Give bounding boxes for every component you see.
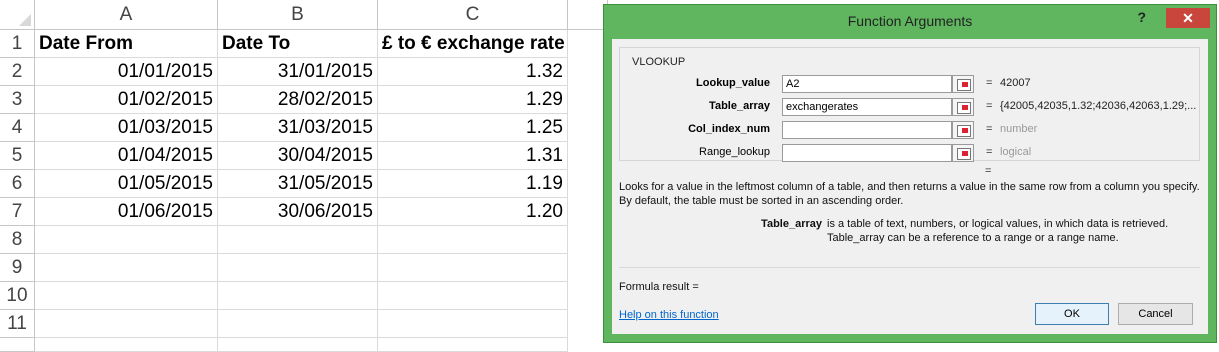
dialog-body: VLOOKUP Lookup_value A2 = 42007 Table_ar… bbox=[612, 39, 1208, 334]
cancel-button[interactable]: Cancel bbox=[1118, 303, 1193, 325]
cell-c6[interactable]: 1.19 bbox=[378, 170, 568, 198]
dialog-separator bbox=[619, 267, 1200, 268]
table-array-collapse-button[interactable] bbox=[952, 98, 974, 116]
column-header-b[interactable]: B bbox=[218, 0, 378, 30]
row-header-3[interactable]: 3 bbox=[0, 86, 35, 114]
col-index-num-input[interactable] bbox=[782, 121, 952, 139]
cell-c5[interactable]: 1.31 bbox=[378, 142, 568, 170]
cell-b3[interactable]: 28/02/2015 bbox=[218, 86, 378, 114]
cell-b5[interactable]: 30/04/2015 bbox=[218, 142, 378, 170]
cell-a3[interactable]: 01/02/2015 bbox=[35, 86, 218, 114]
row-header-5[interactable]: 5 bbox=[0, 142, 35, 170]
range-lookup-label: Range_lookup bbox=[699, 146, 770, 158]
dialog-titlebar[interactable]: Function Arguments ? ✕ bbox=[604, 5, 1216, 39]
cell-c9[interactable] bbox=[378, 254, 568, 282]
function-arguments-dialog: Function Arguments ? ✕ VLOOKUP Lookup_va… bbox=[603, 4, 1217, 343]
row-header-4[interactable]: 4 bbox=[0, 114, 35, 142]
function-result-equals: = bbox=[985, 165, 992, 177]
cell-c11[interactable] bbox=[378, 310, 568, 338]
lookup-value-collapse-button[interactable] bbox=[952, 75, 974, 93]
range-lookup-collapse-button[interactable] bbox=[952, 144, 974, 162]
col-index-num-collapse-button[interactable] bbox=[952, 121, 974, 139]
formula-result-label: Formula result = bbox=[619, 281, 699, 293]
cell-a11[interactable] bbox=[35, 310, 218, 338]
cell-c4[interactable]: 1.25 bbox=[378, 114, 568, 142]
cell-b2[interactable]: 31/01/2015 bbox=[218, 58, 378, 86]
cell-c3[interactable]: 1.29 bbox=[378, 86, 568, 114]
range-lookup-equals: = bbox=[986, 146, 993, 158]
range-select-icon bbox=[957, 102, 971, 114]
select-all-corner[interactable] bbox=[0, 0, 35, 30]
lookup-value-input[interactable]: A2 bbox=[782, 75, 952, 93]
cell-b6[interactable]: 31/05/2015 bbox=[218, 170, 378, 198]
cell-a2[interactable]: 01/01/2015 bbox=[35, 58, 218, 86]
cell-c7[interactable]: 1.20 bbox=[378, 198, 568, 226]
table-array-input[interactable]: exchangerates bbox=[782, 98, 952, 116]
function-name-label: VLOOKUP bbox=[632, 56, 686, 68]
row-header-6[interactable]: 6 bbox=[0, 170, 35, 198]
column-header-a[interactable]: A bbox=[35, 0, 218, 30]
cell-b4[interactable]: 31/03/2015 bbox=[218, 114, 378, 142]
lookup-value-equals: = bbox=[986, 77, 993, 89]
column-header-d[interactable] bbox=[568, 0, 608, 30]
table-array-label: Table_array bbox=[709, 100, 770, 112]
function-description: Looks for a value in the leftmost column… bbox=[619, 181, 1200, 207]
cell-c2[interactable]: 1.32 bbox=[378, 58, 568, 86]
cell-b11[interactable] bbox=[218, 310, 378, 338]
arguments-group: VLOOKUP Lookup_value A2 = 42007 Table_ar… bbox=[619, 47, 1200, 162]
cell-a7[interactable]: 01/06/2015 bbox=[35, 198, 218, 226]
dialog-title: Function Arguments bbox=[847, 13, 973, 29]
cell-b10[interactable] bbox=[218, 282, 378, 310]
cell-a5[interactable]: 01/04/2015 bbox=[35, 142, 218, 170]
argument-help-text-1: is a table of text, numbers, or logical … bbox=[827, 218, 1169, 230]
help-on-this-function-link[interactable]: Help on this function bbox=[619, 309, 719, 321]
row-header-12[interactable] bbox=[0, 338, 35, 352]
cell-c8[interactable] bbox=[378, 226, 568, 254]
cell-a12[interactable] bbox=[35, 338, 218, 352]
row-header-8[interactable]: 8 bbox=[0, 226, 35, 254]
ok-button[interactable]: OK bbox=[1035, 303, 1109, 325]
close-button[interactable]: ✕ bbox=[1166, 8, 1210, 28]
range-select-icon bbox=[957, 79, 971, 91]
lookup-value-result: 42007 bbox=[1000, 77, 1031, 89]
table-array-equals: = bbox=[986, 100, 993, 112]
cell-b1[interactable]: Date To bbox=[218, 30, 378, 58]
range-select-icon bbox=[957, 125, 971, 137]
col-index-num-result: number bbox=[1000, 123, 1038, 135]
range-lookup-input[interactable] bbox=[782, 144, 952, 162]
cell-c1[interactable]: £ to € exchange rate bbox=[378, 30, 568, 58]
col-index-num-equals: = bbox=[986, 123, 993, 135]
cell-a6[interactable]: 01/05/2015 bbox=[35, 170, 218, 198]
cell-a9[interactable] bbox=[35, 254, 218, 282]
cell-b8[interactable] bbox=[218, 226, 378, 254]
cell-a8[interactable] bbox=[35, 226, 218, 254]
help-icon[interactable]: ? bbox=[1137, 9, 1146, 25]
cell-b12[interactable] bbox=[218, 338, 378, 352]
row-header-9[interactable]: 9 bbox=[0, 254, 35, 282]
row-header-2[interactable]: 2 bbox=[0, 58, 35, 86]
cell-c10[interactable] bbox=[378, 282, 568, 310]
row-header-7[interactable]: 7 bbox=[0, 198, 35, 226]
lookup-value-label: Lookup_value bbox=[696, 77, 770, 89]
table-array-result: {42005,42035,1.32;42036,42063,1.29;... bbox=[1000, 100, 1197, 112]
argument-help-text-2: Table_array can be a reference to a rang… bbox=[827, 232, 1119, 244]
row-header-1[interactable]: 1 bbox=[0, 30, 35, 58]
col-index-num-label: Col_index_num bbox=[688, 123, 770, 135]
cell-a10[interactable] bbox=[35, 282, 218, 310]
row-header-11[interactable]: 11 bbox=[0, 310, 35, 338]
row-header-10[interactable]: 10 bbox=[0, 282, 35, 310]
cell-b9[interactable] bbox=[218, 254, 378, 282]
column-header-c[interactable]: C bbox=[378, 0, 568, 30]
cell-a1[interactable]: Date From bbox=[35, 30, 218, 58]
cell-b7[interactable]: 30/06/2015 bbox=[218, 198, 378, 226]
range-select-icon bbox=[957, 148, 971, 160]
cell-c12[interactable] bbox=[378, 338, 568, 352]
range-lookup-result: logical bbox=[1000, 146, 1032, 158]
argument-help-name: Table_array bbox=[761, 218, 822, 230]
cell-a4[interactable]: 01/03/2015 bbox=[35, 114, 218, 142]
